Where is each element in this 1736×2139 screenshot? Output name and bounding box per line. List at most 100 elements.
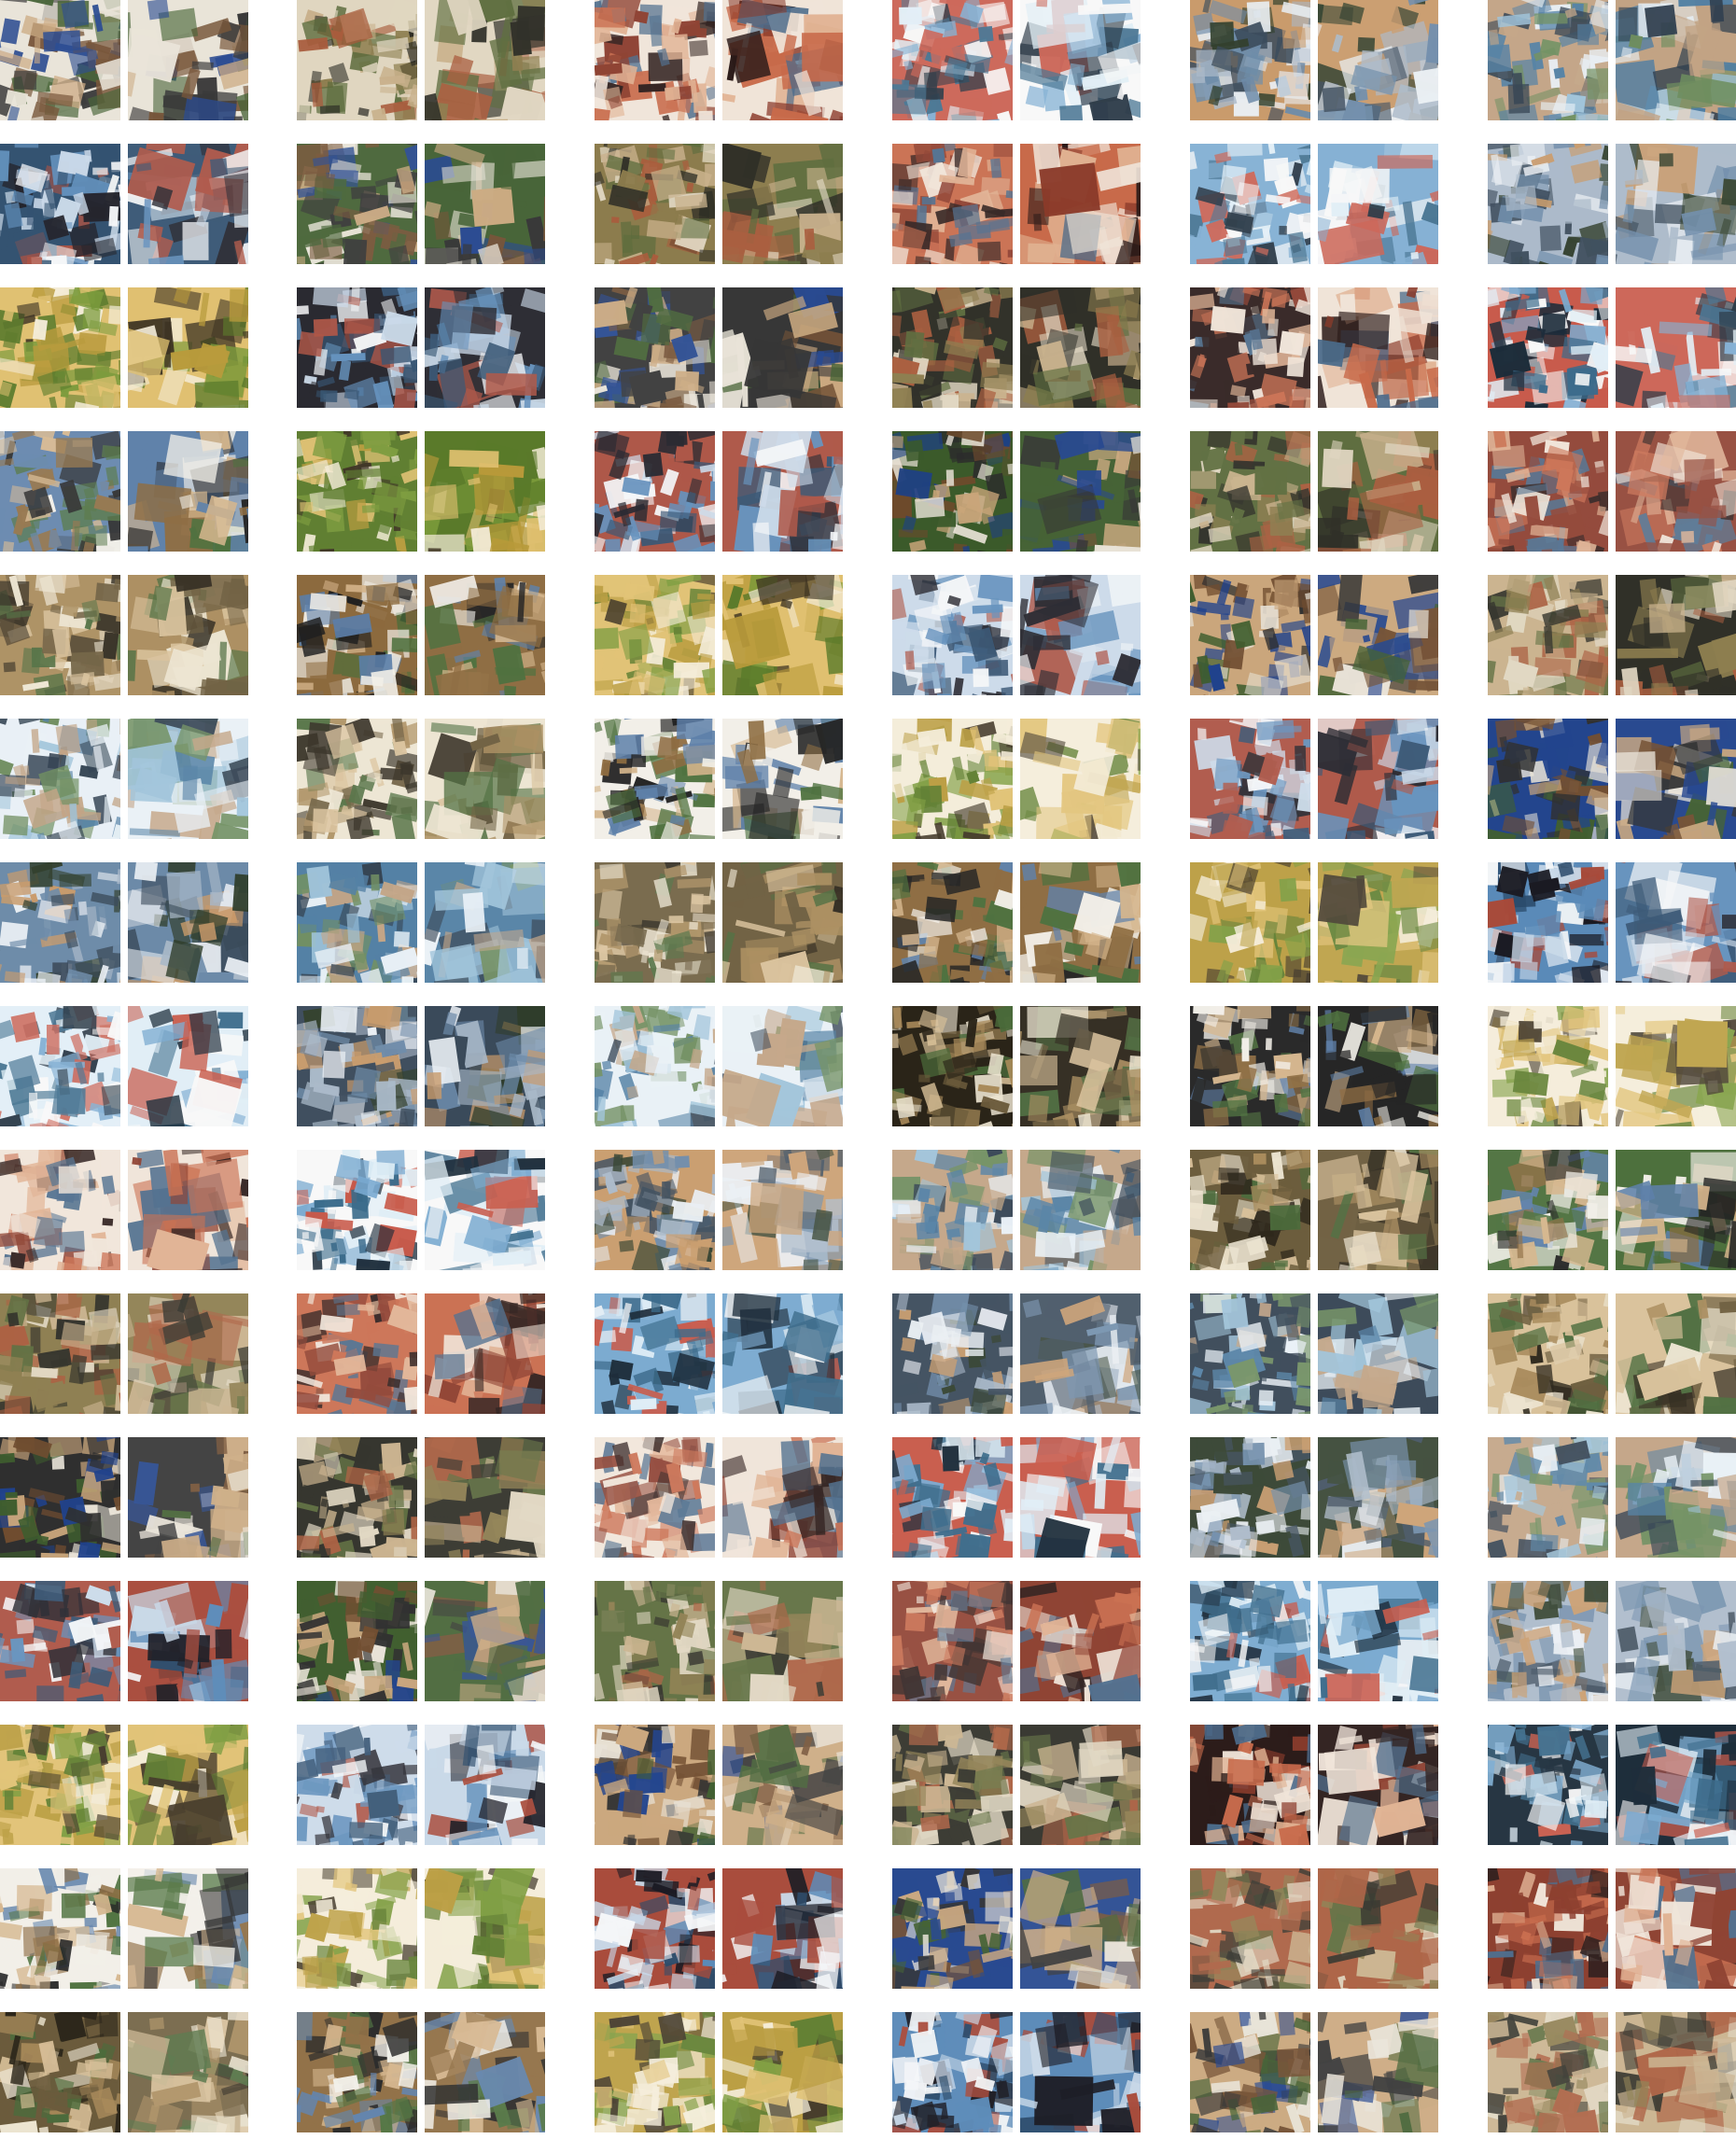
output-thumbnail	[1318, 0, 1438, 120]
input-thumbnail	[1488, 2012, 1608, 2132]
output-thumbnail	[1616, 287, 1736, 408]
input-thumbnail	[1190, 2012, 1310, 2132]
sample-image-grid	[0, 0, 1736, 2139]
input-thumbnail	[892, 287, 1013, 408]
output-thumbnail	[1318, 1581, 1438, 1701]
output-thumbnail	[128, 1581, 248, 1701]
input-thumbnail	[1190, 1293, 1310, 1414]
input-thumbnail	[595, 862, 715, 983]
input-thumbnail	[1190, 575, 1310, 695]
output-thumbnail	[425, 1006, 545, 1126]
input-thumbnail	[1488, 1006, 1608, 1126]
sample-pair	[1488, 2012, 1736, 2132]
sample-pair	[0, 1868, 248, 1989]
input-thumbnail	[1488, 575, 1608, 695]
output-thumbnail	[128, 1437, 248, 1558]
input-thumbnail	[892, 1581, 1013, 1701]
output-thumbnail	[1318, 1725, 1438, 1845]
sample-pair	[297, 1006, 545, 1126]
output-thumbnail	[1318, 287, 1438, 408]
sample-pair	[595, 0, 843, 120]
input-thumbnail	[1190, 719, 1310, 839]
output-thumbnail	[1318, 1150, 1438, 1270]
sample-pair	[0, 1581, 248, 1701]
sample-pair	[0, 862, 248, 983]
input-thumbnail	[1190, 1006, 1310, 1126]
input-thumbnail	[297, 287, 417, 408]
input-thumbnail	[892, 2012, 1013, 2132]
sample-pair	[1190, 575, 1438, 695]
output-thumbnail	[1318, 862, 1438, 983]
sample-pair	[297, 431, 545, 552]
sample-pair	[0, 287, 248, 408]
sample-pair	[1190, 1437, 1438, 1558]
sample-pair	[1190, 1006, 1438, 1126]
input-thumbnail	[595, 144, 715, 264]
sample-pair	[1190, 0, 1438, 120]
input-thumbnail	[1488, 1725, 1608, 1845]
input-thumbnail	[297, 1006, 417, 1126]
sample-pair	[0, 431, 248, 552]
output-thumbnail	[1616, 862, 1736, 983]
sample-pair	[1190, 1581, 1438, 1701]
sample-pair	[892, 1868, 1141, 1989]
input-thumbnail	[595, 1150, 715, 1270]
input-thumbnail	[892, 1725, 1013, 1845]
output-thumbnail	[1318, 1293, 1438, 1414]
sample-pair	[595, 287, 843, 408]
input-thumbnail	[1488, 1150, 1608, 1270]
output-thumbnail	[425, 1868, 545, 1989]
input-thumbnail	[1190, 1868, 1310, 1989]
output-thumbnail	[128, 575, 248, 695]
output-thumbnail	[1616, 1006, 1736, 1126]
sample-pair	[892, 0, 1141, 120]
input-thumbnail	[297, 2012, 417, 2132]
sample-pair	[1488, 1150, 1736, 1270]
output-thumbnail	[722, 719, 843, 839]
input-thumbnail	[1190, 1581, 1310, 1701]
output-thumbnail	[1616, 2012, 1736, 2132]
output-thumbnail	[1318, 1006, 1438, 1126]
sample-pair	[297, 287, 545, 408]
sample-pair	[892, 144, 1141, 264]
sample-pair	[297, 1437, 545, 1558]
sample-pair	[0, 2012, 248, 2132]
output-thumbnail	[1020, 1437, 1141, 1558]
sample-pair	[1488, 1725, 1736, 1845]
input-thumbnail	[595, 1725, 715, 1845]
output-thumbnail	[1020, 431, 1141, 552]
input-thumbnail	[595, 431, 715, 552]
sample-pair	[297, 1725, 545, 1845]
output-thumbnail	[1020, 144, 1141, 264]
input-thumbnail	[595, 1293, 715, 1414]
sample-pair	[1488, 0, 1736, 120]
output-thumbnail	[1020, 1725, 1141, 1845]
output-thumbnail	[128, 1293, 248, 1414]
sample-pair	[595, 575, 843, 695]
output-thumbnail	[1318, 1437, 1438, 1558]
output-thumbnail	[1318, 431, 1438, 552]
input-thumbnail	[0, 0, 120, 120]
output-thumbnail	[722, 1581, 843, 1701]
sample-pair	[297, 1150, 545, 1270]
output-thumbnail	[1020, 2012, 1141, 2132]
sample-pair	[0, 1725, 248, 1845]
sample-pair	[595, 2012, 843, 2132]
output-thumbnail	[722, 0, 843, 120]
sample-pair	[892, 431, 1141, 552]
output-thumbnail	[1616, 719, 1736, 839]
input-thumbnail	[0, 2012, 120, 2132]
sample-pair	[0, 719, 248, 839]
output-thumbnail	[1616, 1437, 1736, 1558]
sample-pair	[297, 1581, 545, 1701]
output-thumbnail	[425, 1581, 545, 1701]
output-thumbnail	[1616, 0, 1736, 120]
sample-pair	[1190, 431, 1438, 552]
output-thumbnail	[425, 0, 545, 120]
sample-pair	[1190, 1293, 1438, 1414]
output-thumbnail	[425, 862, 545, 983]
sample-pair	[595, 1293, 843, 1414]
input-thumbnail	[892, 1437, 1013, 1558]
sample-pair	[1190, 1150, 1438, 1270]
sample-pair	[1488, 862, 1736, 983]
